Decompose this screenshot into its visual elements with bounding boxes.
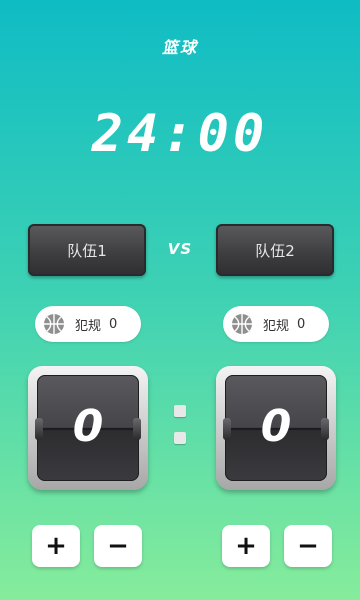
score-left-value: 0 [72, 401, 104, 452]
right-decrement-button[interactable]: − [284, 525, 332, 567]
score-display-right[interactable]: 0 [216, 366, 336, 490]
right-increment-button[interactable]: + [222, 525, 270, 567]
foul-label: 犯规 [75, 318, 102, 334]
score-separator-dot [174, 432, 186, 444]
basketball-icon [232, 314, 252, 334]
score-right-value: 0 [260, 401, 292, 452]
team-left-name: 队伍1 [67, 241, 107, 260]
score-separator-dot [174, 405, 186, 417]
foul-count: 0 [297, 316, 306, 332]
foul-counter-left[interactable]: 犯规 0 [35, 306, 141, 342]
score-display-left[interactable]: 0 [28, 366, 148, 490]
foul-counter-right[interactable]: 犯规 0 [223, 306, 329, 342]
team-left-name-field[interactable]: 队伍1 [28, 224, 146, 276]
vs-label: VS [167, 240, 193, 258]
foul-count: 0 [109, 316, 118, 332]
basketball-icon [44, 314, 64, 334]
score-flip-panel: 0 [35, 375, 141, 481]
team-right-name-field[interactable]: 队伍2 [216, 224, 334, 276]
team-right-name: 队伍2 [255, 241, 295, 260]
game-timer[interactable]: 24:00 [0, 104, 360, 164]
foul-label: 犯规 [263, 318, 290, 334]
score-flip-panel: 0 [223, 375, 329, 481]
page-title: 篮球 [161, 38, 198, 57]
left-decrement-button[interactable]: − [94, 525, 142, 567]
left-increment-button[interactable]: + [32, 525, 80, 567]
